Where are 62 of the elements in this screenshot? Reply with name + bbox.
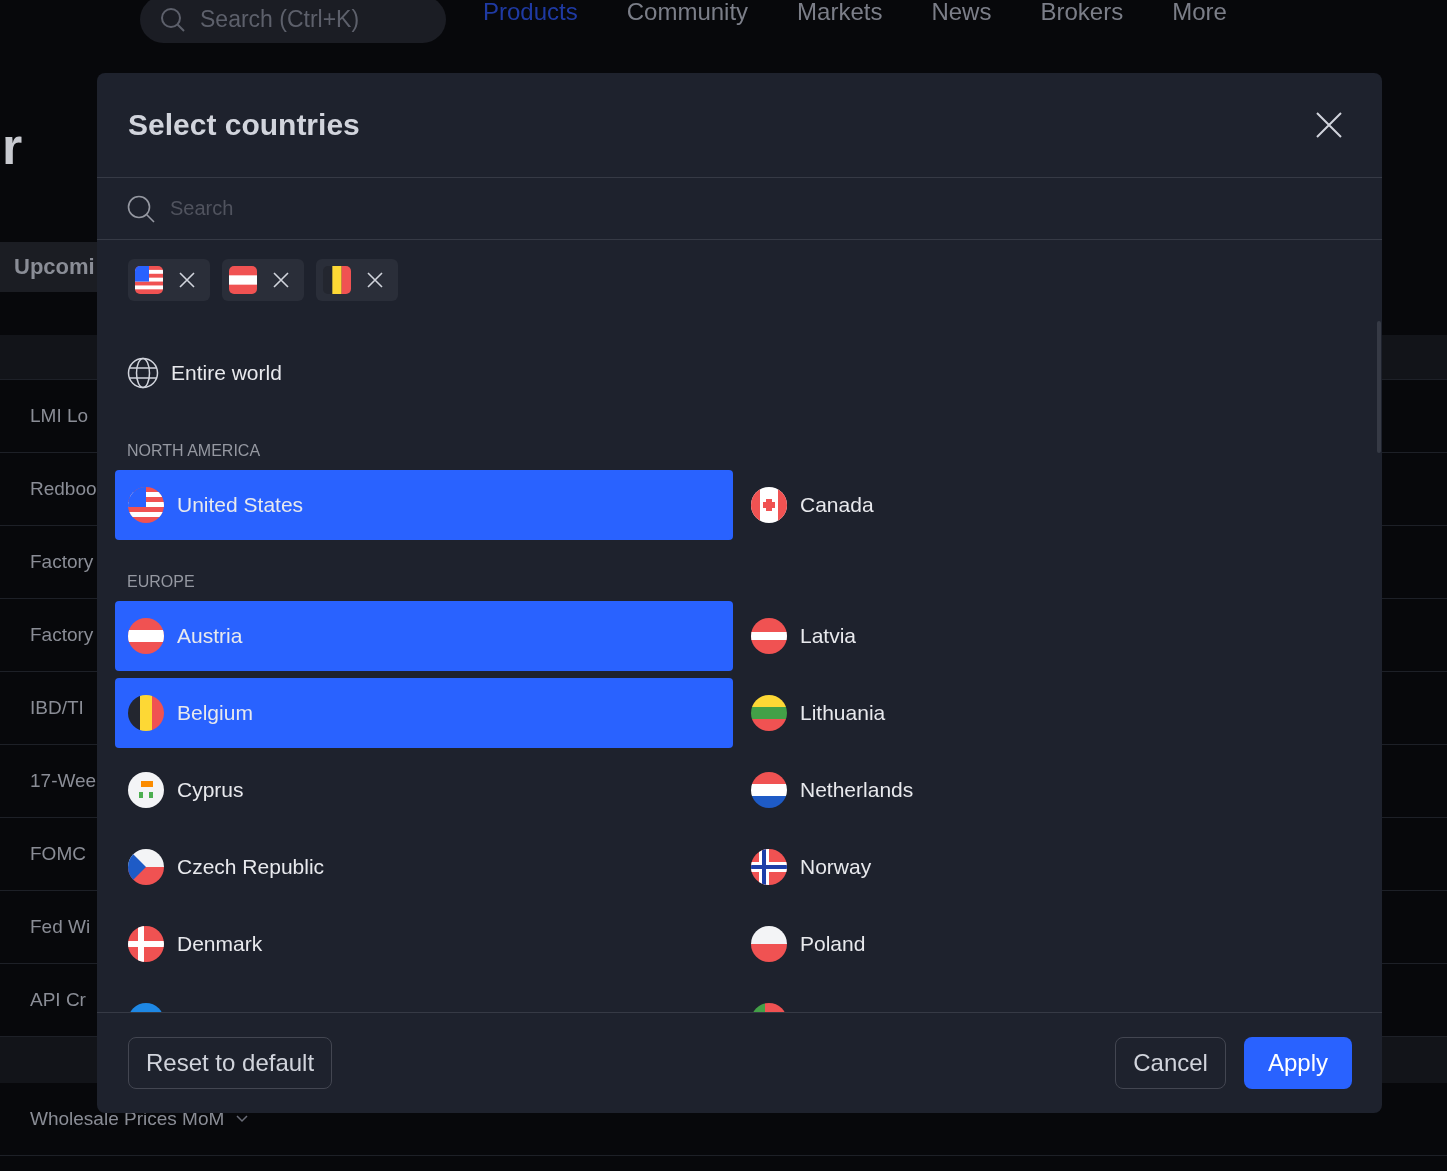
flag-icon [751, 849, 787, 885]
section-heading: EUROPE [127, 573, 195, 591]
dialog-button[interactable]: Apply [1243, 1037, 1352, 1089]
country-item[interactable]: Canada [738, 470, 1356, 540]
country-item[interactable]: Austria [115, 601, 733, 671]
event-name: API Cr [30, 989, 86, 1011]
nav-link[interactable]: News [931, 0, 992, 26]
dialog-button[interactable]: Reset to default [128, 1037, 333, 1089]
country-item[interactable]: Lithuania [738, 678, 1356, 748]
country-item[interactable]: Poland [738, 909, 1356, 979]
chevron-down-icon [236, 1115, 249, 1123]
country-item[interactable]: Entire world [115, 343, 327, 403]
event-name: Factory [30, 551, 94, 573]
nav-link[interactable]: Markets [797, 0, 883, 26]
search-icon [127, 194, 155, 223]
flag-icon [128, 849, 164, 885]
country-item[interactable]: Latvia [738, 601, 1356, 671]
flag-icon [229, 266, 257, 294]
country-item[interactable]: Netherlands [738, 755, 1356, 825]
flag-icon [323, 266, 351, 294]
flag-icon [751, 487, 787, 523]
dialog-title: Select countries [128, 108, 360, 142]
search-icon [160, 7, 186, 33]
event-name: FOMC [30, 843, 86, 865]
close-icon[interactable] [1315, 111, 1343, 139]
country-item[interactable]: Denmark [115, 909, 733, 979]
scrollbar[interactable] [1377, 321, 1381, 453]
flag-icon [128, 772, 164, 808]
country-chip[interactable] [316, 259, 398, 301]
event-name: Fed Wi [30, 916, 91, 938]
country-item[interactable]: Norway [738, 832, 1356, 902]
dialog-button[interactable]: Cancel [1115, 1037, 1226, 1089]
country-chip[interactable] [222, 259, 304, 301]
nav-link[interactable]: Brokers [1040, 0, 1124, 26]
country-item[interactable]: Belgium [115, 678, 733, 748]
country-item[interactable]: United States [115, 470, 733, 540]
flag-icon [751, 772, 787, 808]
globe-icon [127, 357, 159, 389]
close-icon[interactable] [367, 272, 383, 288]
event-name: Factory [30, 624, 94, 646]
flag-icon [751, 695, 787, 731]
country-item[interactable]: Cyprus [115, 755, 733, 825]
event-name: Redboo [30, 478, 97, 500]
country-item[interactable]: Czech Republic [115, 832, 733, 902]
flag-icon [135, 266, 163, 294]
flag-icon [128, 618, 164, 654]
nav-link[interactable]: More [1172, 0, 1227, 26]
flag-icon [128, 487, 164, 523]
event-name: 17-Wee [30, 770, 97, 792]
search-field[interactable]: Search (Ctrl+K) [140, 0, 446, 43]
close-icon[interactable] [273, 272, 289, 288]
page-title: r [2, 116, 23, 176]
flag-icon [128, 695, 164, 731]
section-heading: NORTH AMERICA [127, 442, 261, 460]
nav-link[interactable]: Community [626, 0, 749, 26]
flag-icon [751, 926, 787, 962]
country-chip[interactable] [128, 259, 210, 301]
flag-icon [751, 618, 787, 654]
event-name: IBD/TI [30, 697, 84, 719]
flag-icon [128, 926, 164, 962]
event-name: LMI Lo [30, 405, 89, 427]
close-icon[interactable] [179, 272, 195, 288]
